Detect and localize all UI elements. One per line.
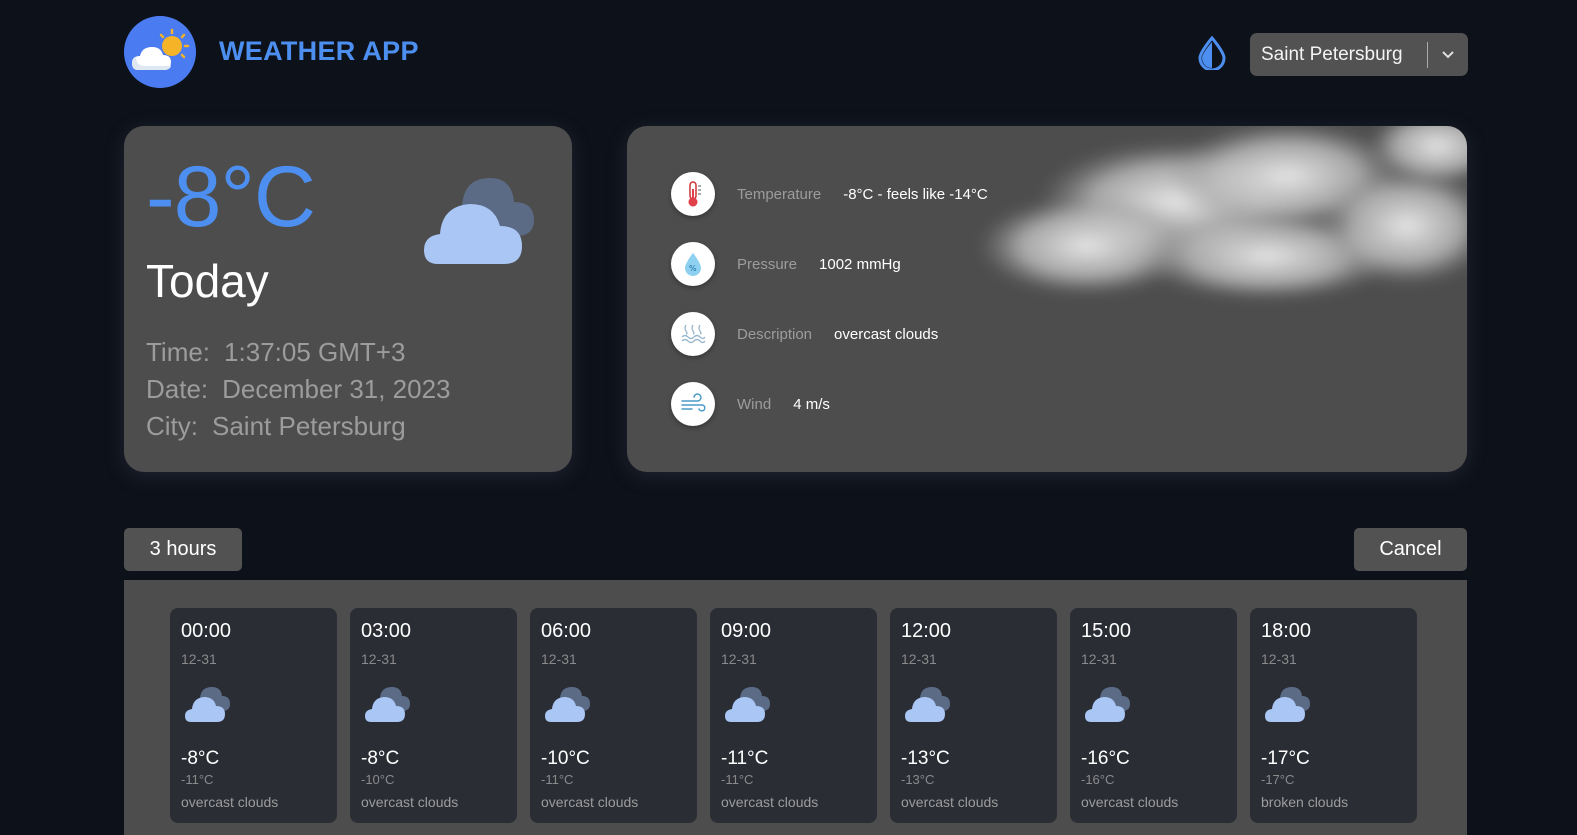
- forecast-feels-like: -17°C: [1261, 772, 1295, 787]
- forecast-description: overcast clouds: [541, 794, 639, 810]
- cloud-icon: [1084, 686, 1132, 724]
- droplet-icon[interactable]: [1197, 35, 1227, 72]
- forecast-date: 12-31: [181, 651, 217, 667]
- cloud-background-image: [977, 126, 1467, 301]
- cloud-icon: [724, 686, 772, 724]
- cloud-icon: [1264, 686, 1312, 724]
- date-label: Date:: [146, 374, 209, 404]
- city-select-value: Saint Petersburg: [1261, 43, 1403, 65]
- forecast-time: 09:00: [721, 620, 772, 642]
- time-value: 1:37:05 GMT+3: [224, 337, 406, 367]
- cloud-icon: [422, 176, 542, 268]
- cloud-icon: [184, 686, 232, 724]
- city-row: City: Saint Petersburg: [146, 408, 451, 445]
- svg-text:%: %: [689, 264, 697, 273]
- forecast-time: 12:00: [901, 620, 952, 642]
- forecast-date: 12-31: [721, 651, 757, 667]
- pressure-icon: %: [671, 242, 715, 286]
- forecast-temperature: -16°C: [1081, 748, 1130, 769]
- forecast-card[interactable]: 18:00 12-31 -17°C -17°C broken clouds: [1250, 608, 1417, 823]
- forecast-time: 06:00: [541, 620, 592, 642]
- forecast-date: 12-31: [361, 651, 397, 667]
- date-value: December 31, 2023: [222, 374, 451, 404]
- forecast-description: overcast clouds: [1081, 794, 1179, 810]
- forecast-feels-like: -16°C: [1081, 772, 1115, 787]
- detail-label: Pressure: [737, 255, 798, 273]
- forecast-temperature: -17°C: [1261, 748, 1310, 769]
- date-row: Date: December 31, 2023: [146, 371, 451, 408]
- forecast-date: 12-31: [901, 651, 937, 667]
- forecast-time: 18:00: [1261, 620, 1312, 642]
- forecast-date: 12-31: [1081, 651, 1117, 667]
- city-label: City:: [146, 411, 198, 441]
- forecast-temperature: -13°C: [901, 748, 950, 769]
- time-row: Time: 1:37:05 GMT+3: [146, 334, 451, 371]
- thermometer-icon: [671, 172, 715, 216]
- cloud-icon: [364, 686, 412, 724]
- forecast-temperature: -10°C: [541, 748, 590, 769]
- today-label: Today: [146, 255, 269, 307]
- hours-tab-button[interactable]: 3 hours: [124, 528, 242, 571]
- chevron-down-icon[interactable]: [1428, 50, 1468, 60]
- app-title: WEATHER APP: [219, 36, 419, 66]
- forecast-feels-like: -10°C: [361, 772, 395, 787]
- forecast-date: 12-31: [541, 651, 577, 667]
- forecast-time: 00:00: [181, 620, 232, 642]
- detail-label: Wind: [737, 395, 772, 413]
- cancel-button[interactable]: Cancel: [1354, 528, 1467, 571]
- forecast-feels-like: -11°C: [721, 772, 754, 787]
- detail-label: Temperature: [737, 185, 822, 203]
- forecast-card[interactable]: 00:00 12-31 -8°C -11°C overcast clouds: [170, 608, 337, 823]
- forecast-time: 15:00: [1081, 620, 1132, 642]
- forecast-description: overcast clouds: [901, 794, 999, 810]
- weather-app: WEATHER APP Saint Petersburg -8°C Today …: [0, 0, 1577, 835]
- detail-value: 4 m/s: [793, 395, 830, 413]
- forecast-feels-like: -13°C: [901, 772, 935, 787]
- detail-row-description: Description overcast clouds: [671, 312, 938, 356]
- today-info: Time: 1:37:05 GMT+3 Date: December 31, 202…: [146, 334, 451, 445]
- detail-value: 1002 mmHg: [819, 255, 901, 273]
- forecast-card[interactable]: 03:00 12-31 -8°C -10°C overcast clouds: [350, 608, 517, 823]
- wind-icon: [671, 382, 715, 426]
- forecast-card[interactable]: 09:00 12-31 -11°C -11°C overcast clouds: [710, 608, 877, 823]
- sun-cloud-logo-icon: [124, 16, 196, 88]
- forecast-description: overcast clouds: [361, 794, 459, 810]
- forecast-card[interactable]: 06:00 12-31 -10°C -11°C overcast clouds: [530, 608, 697, 823]
- city-value: Saint Petersburg: [212, 411, 406, 441]
- forecast-temperature: -8°C: [181, 748, 220, 769]
- time-label: Time:: [146, 337, 211, 367]
- today-card: -8°C Today Time: 1:37:05 GMT+3 Date: Decem…: [124, 126, 572, 472]
- current-temperature: -8°C: [146, 149, 316, 245]
- forecast-feels-like: -11°C: [541, 772, 574, 787]
- forecast-description: overcast clouds: [181, 794, 279, 810]
- detail-value: overcast clouds: [834, 325, 939, 343]
- forecast-temperature: -8°C: [361, 748, 400, 769]
- detail-value: -8°C - feels like -14°C: [843, 185, 988, 203]
- city-select[interactable]: Saint Petersburg: [1250, 33, 1468, 76]
- forecast-feels-like: -11°C: [181, 772, 214, 787]
- detail-label: Description: [737, 325, 813, 343]
- cloud-icon: [904, 686, 952, 724]
- detail-row-temperature: Temperature -8°C - feels like -14°C: [671, 172, 988, 216]
- details-card: Temperature -8°C - feels like -14°C % Pr…: [627, 126, 1467, 472]
- forecast-description: broken clouds: [1261, 794, 1349, 810]
- detail-row-pressure: % Pressure 1002 mmHg: [671, 242, 901, 286]
- forecast-time: 03:00: [361, 620, 412, 642]
- forecast-description: overcast clouds: [721, 794, 819, 810]
- forecast-card[interactable]: 15:00 12-31 -16°C -16°C overcast clouds: [1070, 608, 1237, 823]
- forecast-date: 12-31: [1261, 651, 1297, 667]
- forecast-temperature: -11°C: [721, 748, 769, 769]
- forecast-panel: 00:00 12-31 -8°C -11°C overcast clouds 03:00 1…: [124, 580, 1467, 835]
- detail-row-wind: Wind 4 m/s: [671, 382, 830, 426]
- cloud-icon: [544, 686, 592, 724]
- water-waves-icon: [671, 312, 715, 356]
- forecast-card[interactable]: 12:00 12-31 -13°C -13°C overcast clouds: [890, 608, 1057, 823]
